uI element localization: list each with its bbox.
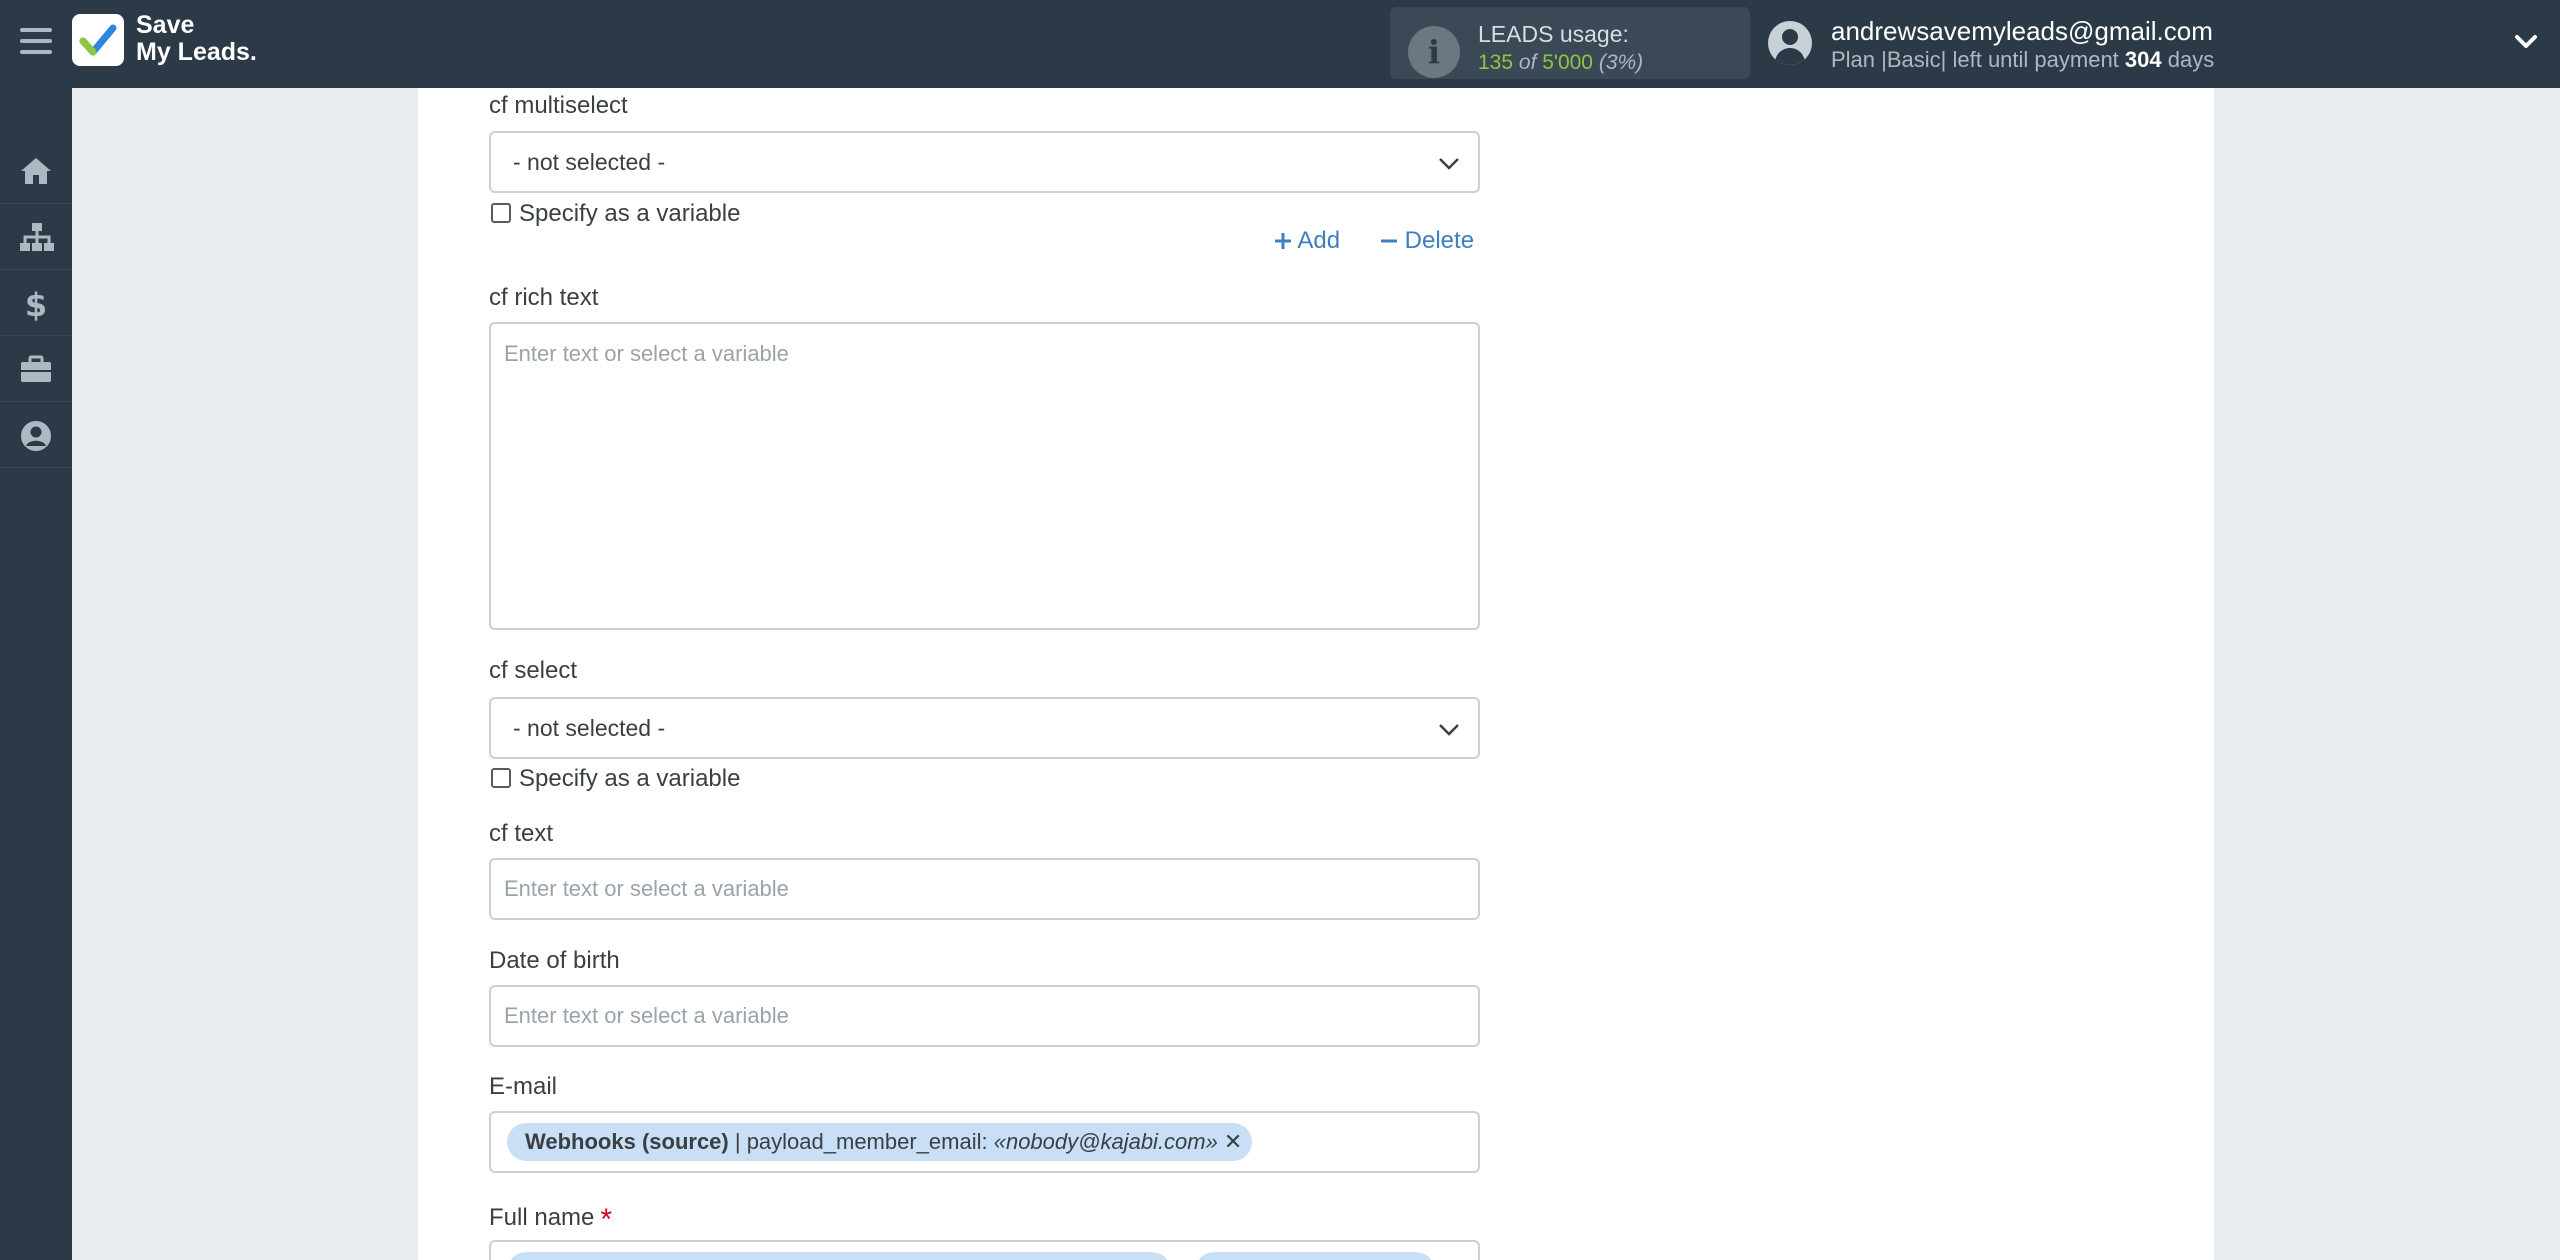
field-label-cf-select: cf select [489, 657, 578, 684]
plan-suffix: days [2167, 47, 2215, 72]
sidebar-item-connections[interactable] [0, 204, 72, 270]
delete-button[interactable]: Delete [1380, 227, 1474, 255]
account-email[interactable]: andrewsavemyleads@gmail.com [1831, 16, 2213, 47]
checkbox-label: Specify as a variable [519, 200, 741, 227]
cf-multiselect-select[interactable]: - not selected - [489, 131, 1480, 193]
full-name-input[interactable] [489, 1240, 1480, 1260]
cf-text-input[interactable]: Enter text or select a variable [489, 858, 1480, 920]
add-button[interactable]: Add [1274, 227, 1340, 255]
field-label-full-name: Full name * [489, 1199, 613, 1236]
placeholder: Enter text or select a variable [504, 1003, 789, 1028]
usage-used: 135 [1478, 51, 1514, 74]
plus-icon [1275, 233, 1291, 249]
leads-usage-widget: i LEADS usage: 135 of 5'000 (3%) [1390, 7, 1750, 79]
logo-text[interactable]: Save My Leads. [136, 12, 257, 66]
sidebar-item-home[interactable] [0, 138, 72, 204]
date-of-birth-input[interactable]: Enter text or select a variable [489, 985, 1480, 1047]
sidebar-item-tools[interactable] [0, 336, 72, 402]
minus-icon [1381, 239, 1397, 243]
usage-title: LEADS usage: [1478, 21, 1629, 47]
field-label-date-of-birth: Date of birth [489, 947, 620, 974]
variable-chip[interactable] [507, 1252, 1171, 1260]
cf-rich-text-input[interactable]: Enter text or select a variable [489, 322, 1480, 630]
cf-select-value: - not selected - [513, 715, 666, 741]
add-label: Add [1297, 227, 1341, 254]
full-name-label: Full name [489, 1204, 595, 1231]
home-icon [21, 158, 51, 184]
menu-toggle-icon[interactable] [20, 28, 52, 58]
usage-of: of [1518, 51, 1537, 74]
placeholder: Enter text or select a variable [504, 876, 789, 901]
required-mark: * [600, 1203, 613, 1236]
top-bar: Save My Leads. i LEADS usage: 135 of 5'0… [0, 0, 2560, 88]
usage-total: 5'000 [1542, 51, 1593, 74]
logo-line-1: Save [136, 11, 195, 39]
main-panel [418, 88, 2214, 1260]
cf-multiselect-value: - not selected - [513, 149, 666, 175]
chip-source: Webhooks (source) [525, 1129, 729, 1154]
chevron-down-icon[interactable] [2512, 28, 2540, 56]
field-label-cf-multiselect: cf multiselect [489, 92, 628, 119]
account-plan: Plan |Basic| left until payment 304 days [1831, 47, 2214, 73]
checkbox[interactable] [491, 203, 511, 223]
chip-value: «nobody@kajabi.com» [993, 1129, 1218, 1154]
field-label-cf-rich-text: cf rich text [489, 284, 599, 311]
avatar[interactable] [1768, 21, 1812, 65]
plan-prefix: Plan |Basic| left until payment [1831, 47, 2119, 72]
plan-days: 304 [2124, 47, 2162, 72]
logo-line-2: My Leads. [136, 38, 257, 66]
dollar-icon: $ [25, 287, 47, 321]
sitemap-icon [20, 223, 54, 251]
checkbox-label: Specify as a variable [519, 765, 741, 792]
chip-field: | payload_member_email: [728, 1129, 994, 1154]
sidebar-item-billing[interactable]: $ [0, 270, 72, 336]
field-label-cf-text: cf text [489, 820, 554, 847]
delete-label: Delete [1404, 227, 1475, 254]
sidebar-item-profile[interactable] [0, 402, 72, 468]
logo-icon[interactable] [72, 14, 124, 66]
close-icon[interactable]: ✕ [1224, 1129, 1242, 1154]
sidebar: $ [0, 88, 72, 1260]
svg-text:$: $ [25, 287, 47, 321]
placeholder: Enter text or select a variable [504, 341, 789, 366]
usage-percent: (3%) [1598, 51, 1644, 74]
field-label-email: E-mail [489, 1073, 558, 1100]
variable-chip[interactable] [1195, 1252, 1435, 1260]
briefcase-icon [21, 355, 51, 382]
chevron-down-icon [1439, 724, 1459, 736]
chevron-down-icon [1439, 158, 1459, 170]
variable-chip[interactable]: Webhooks (source) | payload_member_email… [507, 1123, 1253, 1161]
info-icon: i [1408, 26, 1460, 78]
cf-select-select[interactable]: - not selected - [489, 697, 1480, 759]
email-input[interactable]: Webhooks (source) | payload_member_email… [489, 1111, 1480, 1173]
user-icon [21, 421, 51, 451]
usage-count: 135 of 5'000 (3%) [1478, 51, 1643, 75]
checkbox[interactable] [491, 768, 511, 788]
